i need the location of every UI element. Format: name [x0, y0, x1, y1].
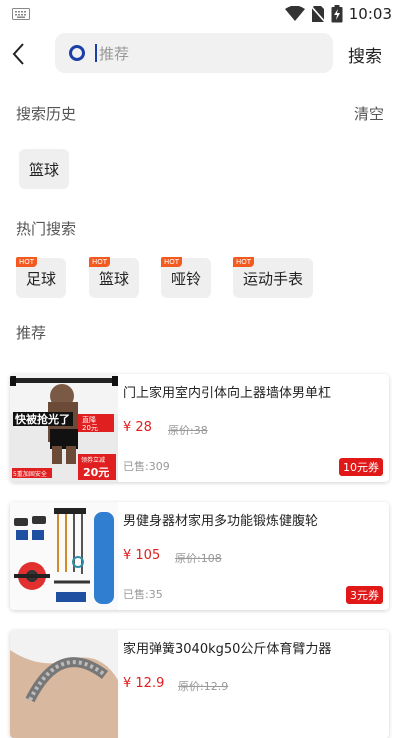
hot-chip-football[interactable]: HOT 足球 — [16, 257, 66, 298]
search-placeholder: 推荐 — [99, 44, 130, 63]
hot-chip-basketball[interactable]: HOT 篮球 — [89, 257, 139, 298]
battery-icon — [331, 5, 343, 23]
product-title: 门上家用室内引体向上器墙体男单杠 — [123, 386, 332, 401]
history-chip-label: 篮球 — [28, 160, 59, 179]
image-tag2-text: 20元 — [82, 424, 98, 432]
product-original-price: 原价:12.9 — [178, 680, 229, 693]
product-price: ¥ 105 — [123, 548, 161, 563]
keyboard-icon — [12, 8, 30, 20]
image-tag4-text: 20元 — [83, 466, 109, 479]
product-sold: 已售:35 — [123, 588, 163, 601]
hot-chip-label: 篮球 — [98, 269, 129, 288]
product-card[interactable]: 快被抢光了 直降 20元 领券立减 20元 5重加固安全 门上家用室内引体向上器… — [10, 374, 389, 482]
clear-history-button[interactable]: 清空 — [354, 103, 384, 124]
product-card[interactable]: 家用弹簧3040kg50公斤体育臂力器 ¥ 12.9 原价:12.9 — [10, 630, 389, 738]
hot-badge: HOT — [16, 257, 38, 267]
hot-chip-sport-watch[interactable]: HOT 运动手表 — [233, 257, 313, 298]
hot-chip-label: 哑铃 — [170, 269, 201, 288]
history-title: 搜索历史 — [16, 105, 77, 123]
product-image-fitness-set — [10, 502, 118, 610]
image-banner-text: 快被抢光了 — [14, 412, 70, 426]
hot-chip-label: 运动手表 — [242, 269, 303, 288]
arm-spring-image — [10, 630, 118, 738]
pullup-bar-image: 快被抢光了 直降 20元 领券立减 20元 5重加固安全 — [10, 374, 118, 482]
image-tag5-text: 5重加固安全 — [13, 470, 47, 478]
back-arrow-icon[interactable] — [8, 40, 32, 68]
search-header: 推荐 搜索 — [0, 28, 400, 80]
search-button[interactable]: 搜索 — [348, 42, 382, 67]
product-price: ¥ 12.9 — [123, 676, 165, 691]
product-title: 家用弹簧3040kg50公斤体育臂力器 — [123, 642, 332, 657]
hot-badge: HOT — [161, 257, 183, 267]
hot-chip-label: 足球 — [25, 269, 56, 288]
fitness-set-image — [10, 502, 118, 610]
hot-chip-dumbbell[interactable]: HOT 哑铃 — [161, 257, 211, 298]
product-price: ¥ 28 — [123, 420, 152, 435]
search-input[interactable]: 推荐 — [55, 33, 333, 73]
history-chip[interactable]: 篮球 — [19, 149, 69, 189]
hot-search-title: 热门搜索 — [16, 220, 77, 238]
product-sold: 已售:309 — [123, 460, 170, 473]
search-ring-icon — [69, 45, 85, 61]
product-title: 男健身器材家用多功能锻炼健腹轮 — [123, 514, 319, 529]
hot-badge: HOT — [89, 257, 111, 267]
product-image-pullup-bar: 快被抢光了 直降 20元 领券立减 20元 5重加固安全 — [10, 374, 118, 482]
coupon-badge[interactable]: 3元券 — [346, 586, 383, 604]
no-sim-icon — [310, 5, 325, 23]
status-bar: 10:03 — [0, 0, 400, 28]
clock: 10:03 — [348, 5, 392, 23]
text-caret — [95, 44, 97, 62]
image-tag1-text: 直降 — [82, 415, 96, 424]
coupon-badge[interactable]: 10元券 — [339, 458, 383, 476]
product-original-price: 原价:108 — [175, 552, 222, 565]
hot-badge: HOT — [233, 257, 255, 267]
image-tag3-text: 领券立减 — [81, 456, 105, 464]
recommend-title: 推荐 — [16, 324, 47, 342]
product-image-arm-spring — [10, 630, 118, 738]
product-card[interactable]: 男健身器材家用多功能锻炼健腹轮 ¥ 105 原价:108 已售:35 3元券 — [10, 502, 389, 610]
product-original-price: 原价:38 — [168, 424, 208, 437]
wifi-icon — [284, 6, 305, 21]
